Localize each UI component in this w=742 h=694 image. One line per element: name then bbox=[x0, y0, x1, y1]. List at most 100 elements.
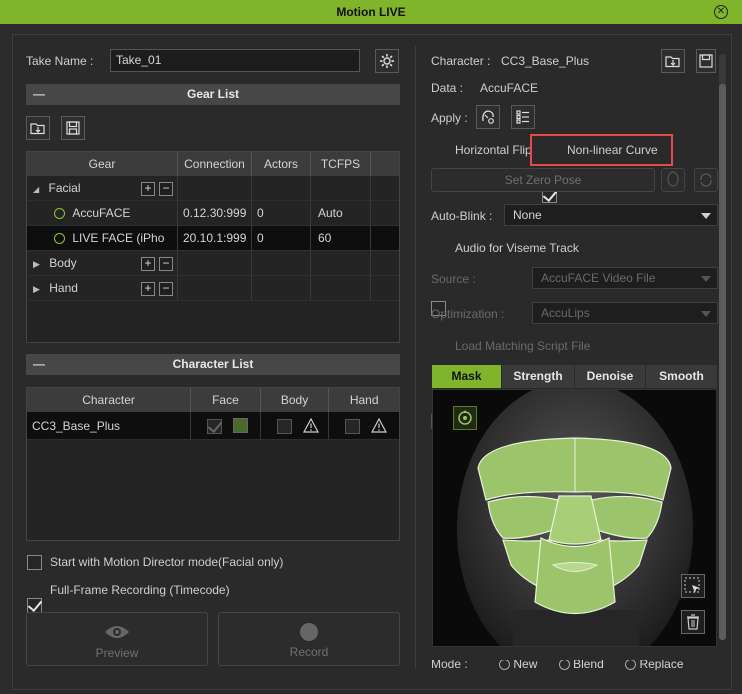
tab-strength[interactable]: Strength bbox=[502, 365, 575, 388]
character-name: CC3_Base_Plus bbox=[27, 412, 192, 439]
tab-mask[interactable]: Mask bbox=[432, 365, 502, 388]
face-status-icon[interactable] bbox=[233, 418, 249, 433]
audio-viseme-label: Audio for Viseme Track bbox=[455, 241, 579, 255]
tab-denoise[interactable]: Denoise bbox=[575, 365, 646, 388]
mode-label: Mode : bbox=[431, 660, 468, 670]
record-button[interactable]: Record bbox=[218, 612, 400, 666]
load-character-button[interactable] bbox=[661, 49, 685, 73]
remove-icon[interactable]: − bbox=[159, 281, 173, 296]
hand-checkbox[interactable] bbox=[345, 419, 361, 434]
collapsed-arrow-icon[interactable]: ▶ bbox=[33, 284, 40, 294]
col-tcfps[interactable]: TCFPS bbox=[311, 152, 371, 176]
device-connection: 0.12.30:999 bbox=[178, 201, 252, 225]
scrollbar-thumb[interactable] bbox=[719, 84, 726, 640]
motion-director-checkbox[interactable] bbox=[27, 555, 42, 570]
full-frame-checkbox[interactable] bbox=[27, 598, 42, 613]
col-face[interactable]: Face bbox=[191, 388, 261, 412]
col-body[interactable]: Body bbox=[261, 388, 330, 412]
folder-load-icon bbox=[665, 56, 680, 68]
remove-icon[interactable]: − bbox=[159, 181, 173, 196]
mode-blend-radio[interactable] bbox=[558, 660, 570, 670]
take-name-label: Take Name : bbox=[26, 54, 94, 68]
rotate-icon bbox=[458, 410, 472, 425]
apply-list-button[interactable] bbox=[511, 105, 535, 129]
device-tcfps: 60 bbox=[311, 226, 371, 250]
mode-blend-label: Blend bbox=[573, 660, 604, 670]
save-gear-button[interactable] bbox=[61, 116, 85, 140]
apply-mapping-button[interactable] bbox=[476, 105, 500, 129]
col-connection[interactable]: Connection bbox=[178, 152, 252, 176]
remove-icon[interactable]: − bbox=[159, 256, 173, 271]
delete-button[interactable] bbox=[681, 610, 705, 634]
mode-new-label: New bbox=[513, 660, 538, 670]
take-name-input[interactable]: Take_01 bbox=[110, 49, 360, 72]
gear-table: Gear Connection Actors TCFPS ◢ Facial + −… bbox=[26, 151, 400, 343]
head-icon bbox=[667, 171, 679, 187]
device-connection: 20.10.1:999 bbox=[178, 226, 252, 250]
collapse-icon: — bbox=[33, 87, 45, 101]
gear-group-body[interactable]: ▶ Body + − bbox=[27, 251, 399, 276]
record-label: Record bbox=[289, 645, 329, 659]
body-checkbox[interactable] bbox=[276, 419, 292, 434]
col-gear[interactable]: Gear bbox=[27, 152, 178, 176]
preview-button[interactable]: Preview bbox=[26, 612, 208, 666]
source-label: Source : bbox=[431, 272, 476, 286]
mode-new-radio[interactable] bbox=[499, 660, 511, 670]
status-icon bbox=[54, 208, 65, 220]
auto-blink-dropdown[interactable]: None bbox=[504, 204, 718, 226]
gear-icon bbox=[380, 54, 394, 68]
character-value: CC3_Base_Plus bbox=[501, 54, 590, 68]
group-label: Body bbox=[49, 256, 77, 270]
gear-group-hand[interactable]: ▶ Hand + − bbox=[27, 276, 399, 301]
collapse-icon: — bbox=[33, 357, 45, 371]
character-row[interactable]: CC3_Base_Plus bbox=[27, 412, 399, 440]
load-gear-button[interactable] bbox=[26, 116, 50, 140]
gear-list-title: Gear List bbox=[186, 87, 240, 101]
cursor-select-icon bbox=[684, 577, 700, 593]
mode-replace-radio[interactable] bbox=[625, 660, 637, 670]
add-icon[interactable]: + bbox=[141, 181, 155, 196]
add-icon[interactable]: + bbox=[141, 256, 155, 271]
rotate-view-button[interactable] bbox=[453, 406, 477, 430]
data-label: Data : bbox=[431, 81, 464, 95]
gear-device-row[interactable]: AccuFACE 0.12.30:999 0 Auto bbox=[27, 201, 399, 226]
zero-pose-reset-button[interactable] bbox=[694, 168, 718, 192]
tab-smooth[interactable]: Smooth bbox=[646, 365, 717, 388]
trash-icon bbox=[687, 614, 699, 630]
device-actors: 0 bbox=[252, 201, 311, 225]
add-icon[interactable]: + bbox=[141, 281, 155, 296]
select-region-button[interactable] bbox=[681, 574, 705, 598]
nonlinear-curve-label: Non-linear Curve bbox=[567, 143, 658, 157]
expanded-arrow-icon[interactable]: ◢ bbox=[33, 185, 39, 194]
gear-table-header: Gear Connection Actors TCFPS bbox=[27, 152, 399, 176]
character-table-header: Character Face Body Hand bbox=[27, 388, 399, 412]
load-script-label: Load Matching Script File bbox=[455, 339, 591, 353]
character-label: Character : bbox=[431, 54, 491, 68]
set-zero-pose-button[interactable]: Set Zero Pose bbox=[431, 168, 655, 192]
settings-button[interactable] bbox=[375, 49, 399, 73]
close-icon[interactable]: ✕ bbox=[714, 5, 728, 19]
save-icon bbox=[699, 54, 713, 68]
save-character-button[interactable] bbox=[696, 49, 716, 73]
record-icon bbox=[300, 623, 318, 641]
mask-tabs: Mask Strength Denoise Smooth bbox=[432, 365, 717, 388]
col-character[interactable]: Character bbox=[27, 388, 192, 412]
optimization-dropdown[interactable]: AccuLips bbox=[532, 302, 718, 324]
face-checkbox[interactable] bbox=[207, 419, 223, 434]
col-actors[interactable]: Actors bbox=[252, 152, 311, 176]
gear-group-facial[interactable]: ◢ Facial + − bbox=[27, 176, 399, 201]
mask-viewport[interactable] bbox=[432, 389, 717, 647]
gear-list-header[interactable]: — Gear List bbox=[26, 84, 400, 105]
right-panel-scrollbar[interactable] bbox=[719, 54, 726, 640]
source-dropdown[interactable]: AccuFACE Video File bbox=[532, 267, 718, 289]
collapsed-arrow-icon[interactable]: ▶ bbox=[33, 259, 40, 269]
zero-pose-face-button[interactable] bbox=[661, 168, 685, 192]
device-name: AccuFACE bbox=[72, 206, 131, 220]
col-hand[interactable]: Hand bbox=[329, 388, 399, 412]
eye-icon bbox=[105, 626, 129, 638]
refresh-icon bbox=[700, 173, 712, 187]
status-icon bbox=[54, 233, 65, 245]
group-label: Facial bbox=[48, 181, 81, 195]
character-list-header[interactable]: — Character List bbox=[26, 354, 400, 375]
gear-device-row[interactable]: LIVE FACE (iPho 20.10.1:999 0 60 bbox=[27, 226, 399, 251]
